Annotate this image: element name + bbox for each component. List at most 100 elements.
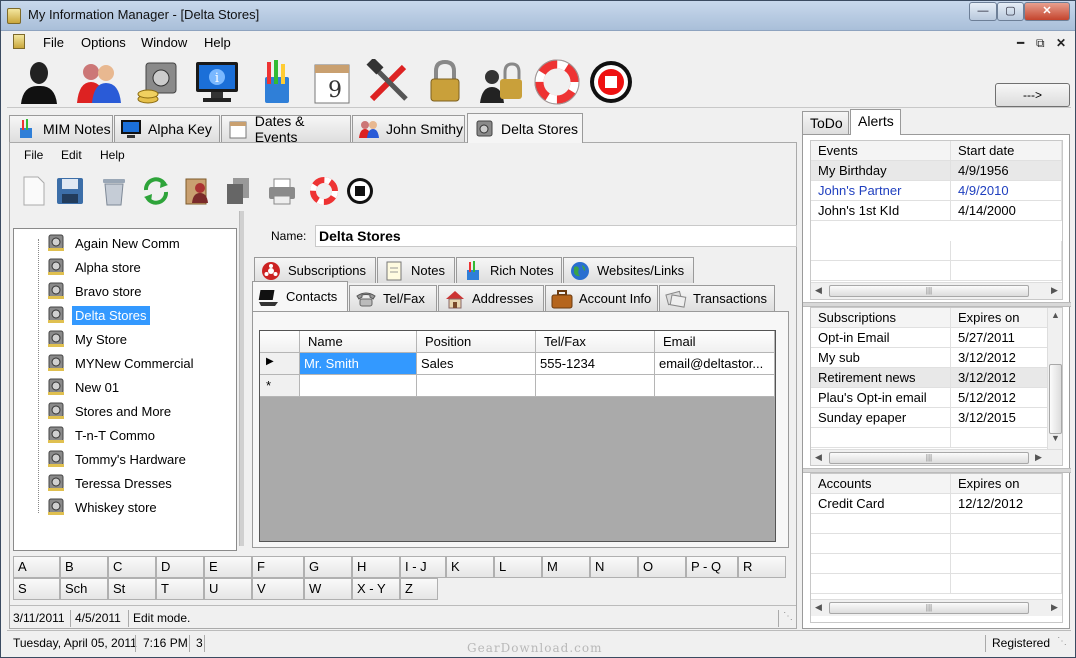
table-row[interactable]: ▶ Mr. Smith Sales 555-1234 email@deltast… (260, 353, 775, 375)
scroll-thumb[interactable]: ||| (829, 452, 1029, 464)
scroll-thumb[interactable]: ||| (829, 602, 1029, 614)
tab-todo[interactable]: ToDo (802, 111, 849, 134)
tab-mim-notes[interactable]: MIM Notes (9, 115, 113, 142)
list-item[interactable]: Plau's Opt-in email 5/12/2012 (811, 388, 1051, 408)
alpha-button[interactable]: X - Y (352, 578, 400, 600)
cell-tel-fax[interactable]: 555-1234 (536, 353, 655, 375)
subscriptions-horizontal-scrollbar[interactable]: ◀ ||| ▶ (811, 449, 1062, 465)
tree-item[interactable]: Whiskey store (46, 496, 160, 518)
info-monitor-icon[interactable]: i (193, 59, 241, 105)
list-item[interactable]: Retirement news 3/12/2012 (811, 368, 1051, 388)
alpha-button[interactable]: U (204, 578, 252, 600)
resize-grip-icon[interactable]: ⋱ (783, 611, 793, 622)
resize-grip-icon[interactable]: ⋱ (1057, 636, 1067, 647)
inner-menu-edit[interactable]: Edit (61, 148, 82, 162)
column-header-email[interactable]: Email (655, 331, 775, 353)
alpha-button[interactable]: W (304, 578, 352, 600)
tree-item[interactable]: Delta Stores (46, 304, 150, 326)
minimize-button[interactable]: — (969, 2, 997, 21)
mdi-minimize-icon[interactable]: ━ (1017, 36, 1024, 50)
list-item[interactable]: My Birthday 4/9/1956 (811, 161, 1062, 181)
menu-help[interactable]: Help (204, 35, 231, 50)
alpha-button[interactable]: C (108, 556, 156, 578)
alpha-button[interactable]: B (60, 556, 108, 578)
column-header-position[interactable]: Position (417, 331, 536, 353)
list-item[interactable]: My sub 3/12/2012 (811, 348, 1051, 368)
forward-arrow-button[interactable]: ---> (995, 83, 1070, 107)
cell-position[interactable]: Sales (417, 353, 536, 375)
scroll-thumb[interactable]: ||| (829, 285, 1029, 297)
printer-icon[interactable] (266, 175, 298, 207)
column-header-subscriptions[interactable]: Subscriptions (811, 308, 951, 328)
inner-menu-file[interactable]: File (24, 148, 43, 162)
lifebuoy-icon[interactable] (308, 175, 340, 207)
tab-tel-fax[interactable]: Tel/Fax (349, 285, 437, 311)
tree-item[interactable]: Tommy's Hardware (46, 448, 189, 470)
refresh-icon[interactable] (140, 175, 172, 207)
tab-account-info[interactable]: Account Info (545, 285, 658, 311)
save-icon[interactable] (54, 175, 86, 207)
panel-splitter[interactable] (239, 211, 244, 546)
menu-options[interactable]: Options (81, 35, 126, 50)
cell-name[interactable] (300, 375, 417, 397)
alpha-button[interactable]: F (252, 556, 304, 578)
alpha-button[interactable]: L (494, 556, 542, 578)
scroll-down-icon[interactable]: ▼ (1051, 433, 1060, 443)
cell-position[interactable] (417, 375, 536, 397)
tree-item[interactable]: My Store (46, 328, 130, 350)
scroll-right-icon[interactable]: ▶ (1051, 602, 1058, 613)
column-header-start-date[interactable]: Start date (951, 141, 1062, 161)
mdi-close-icon[interactable]: ✕ (1056, 36, 1066, 50)
alpha-button[interactable]: R (738, 556, 786, 578)
person-icon[interactable] (15, 59, 63, 105)
new-row[interactable]: * (260, 375, 775, 397)
tab-alpha-key[interactable]: Alpha Key (114, 115, 220, 142)
user-lock-icon[interactable] (477, 59, 525, 105)
pencils-icon[interactable] (253, 59, 301, 105)
alpha-button[interactable]: D (156, 556, 204, 578)
list-item[interactable]: John's Partner 4/9/2010 (811, 181, 1062, 201)
alpha-button[interactable]: St (108, 578, 156, 600)
tree-item[interactable]: Alpha store (46, 256, 144, 278)
tab-notes[interactable]: Notes (377, 257, 455, 283)
tree-item[interactable]: Stores and More (46, 400, 174, 422)
list-item[interactable]: John's 1st KId 4/14/2000 (811, 201, 1062, 221)
alpha-button[interactable]: V (252, 578, 304, 600)
tree-item[interactable]: T-n-T Commo (46, 424, 158, 446)
column-header-accounts[interactable]: Accounts (811, 474, 951, 494)
alpha-button[interactable]: O (638, 556, 686, 578)
cell-email[interactable]: email@deltastor... (655, 353, 775, 375)
alpha-button[interactable]: I - J (400, 556, 446, 578)
mdi-restore-icon[interactable]: ⧉ (1036, 36, 1045, 51)
alpha-button[interactable]: A (13, 556, 60, 578)
trash-icon[interactable] (98, 175, 130, 207)
tree-item[interactable]: Bravo store (46, 280, 144, 302)
menu-window[interactable]: Window (141, 35, 187, 50)
tab-delta-stores[interactable]: Delta Stores (467, 113, 583, 143)
alpha-button[interactable]: G (304, 556, 352, 578)
tab-addresses[interactable]: Addresses (438, 285, 544, 311)
alpha-button[interactable]: Sch (60, 578, 108, 600)
maximize-button[interactable]: ▢ (997, 2, 1024, 21)
scroll-thumb[interactable] (1049, 364, 1062, 434)
column-header-expires-on[interactable]: Expires on (951, 474, 1062, 494)
alpha-button[interactable]: T (156, 578, 204, 600)
column-header-expires-on[interactable]: Expires on (951, 308, 1048, 328)
tools-icon[interactable] (365, 59, 413, 105)
menu-file[interactable]: File (43, 35, 64, 50)
stop-icon[interactable] (344, 175, 376, 207)
cell-email[interactable] (655, 375, 775, 397)
padlock-icon[interactable] (421, 59, 469, 105)
tab-contacts[interactable]: Contacts (252, 281, 348, 311)
copy-icon[interactable] (222, 175, 254, 207)
subscriptions-vertical-scrollbar[interactable]: ▲ ▼ (1047, 308, 1062, 449)
tab-subscriptions[interactable]: Subscriptions (254, 257, 376, 283)
inner-menu-help[interactable]: Help (100, 148, 125, 162)
calendar-icon[interactable]: 9 (309, 59, 357, 105)
tab-john-smithy[interactable]: John Smithy (352, 115, 465, 142)
scroll-left-icon[interactable]: ◀ (815, 285, 822, 296)
column-header-tel-fax[interactable]: Tel/Fax (536, 331, 655, 353)
tab-alerts[interactable]: Alerts (850, 109, 901, 135)
cell-name[interactable]: Mr. Smith (300, 353, 417, 375)
column-header-events[interactable]: Events (811, 141, 951, 161)
